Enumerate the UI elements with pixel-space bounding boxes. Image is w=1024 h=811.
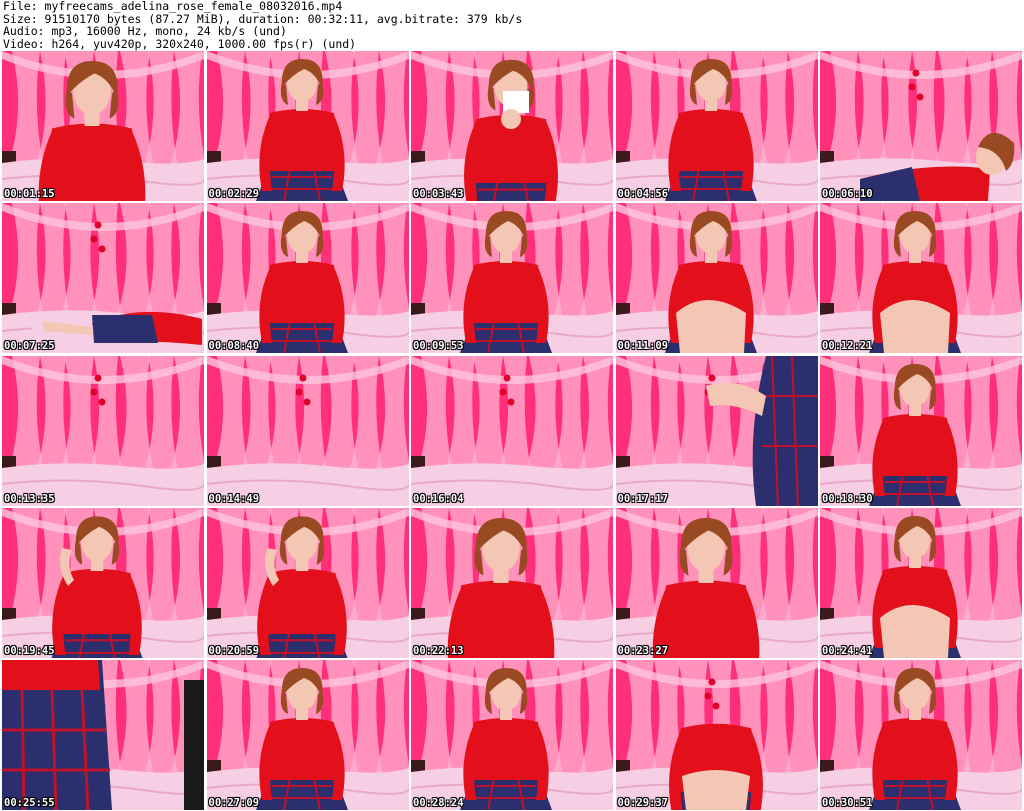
video-thumbnail: 00:17:17 [615, 355, 818, 506]
thumbnail-timestamp: 00:04:56 [617, 188, 669, 200]
thumbnail-frame-image [411, 355, 613, 506]
thumbnail-timestamp: 00:28:24 [413, 797, 464, 809]
thumbnail-timestamp: 00:30:51 [822, 797, 873, 809]
video-thumbnail: 00:30:51 [820, 660, 1022, 810]
thumbnail-frame-image [206, 355, 409, 506]
thumbnail-timestamp: 00:16:04 [413, 492, 464, 505]
thumbnail-frame-image [820, 203, 1022, 354]
video-thumbnail: 00:13:35 [2, 355, 204, 506]
thumbnail-timestamp: 00:18:30 [822, 492, 873, 505]
thumbnail-timestamp: 00:07:25 [4, 340, 55, 353]
video-thumbnail: 00:06:10 [820, 51, 1022, 201]
thumbnail-timestamp: 00:23:27 [617, 644, 669, 657]
video-thumbnail: 00:02:29 [206, 51, 409, 201]
thumbnail-timestamp: 00:02:29 [208, 188, 260, 200]
file-name-line: File: myfreecams_adelina_rose_female_080… [3, 0, 343, 13]
thumbnail-frame-image [411, 203, 613, 354]
thumbnail-timestamp: 00:24:41 [822, 644, 873, 657]
thumbnail-timestamp: 00:12:21 [822, 340, 873, 353]
video-thumbnail: 00:20:59 [206, 507, 409, 658]
video-thumbnail: 00:27:09 [206, 660, 409, 810]
thumbnail-frame-image [615, 51, 818, 201]
file-info-header: File: myfreecams_adelina_rose_female_080… [3, 0, 1021, 50]
thumbnail-frame-image [2, 660, 204, 810]
thumbnail-timestamp: 00:08:40 [208, 340, 260, 353]
video-info-line: Video: h264, yuv420p, 320x240, 1000.00 f… [3, 36, 357, 51]
thumbnail-timestamp: 00:09:53 [413, 340, 464, 353]
video-thumbnail: 00:25:55 [2, 660, 204, 810]
thumbnail-frame-image [2, 355, 204, 506]
thumbnail-frame-image [820, 660, 1022, 810]
video-thumbnail: 00:29:37 [615, 660, 818, 810]
thumbnail-frame-image [411, 660, 613, 810]
thumbnail-frame-image [411, 51, 613, 201]
video-thumbnail: 00:23:27 [615, 507, 818, 658]
thumbnail-frame-image [411, 507, 613, 658]
thumbnail-frame-image [206, 51, 409, 201]
thumbnail-timestamp: 00:22:13 [413, 644, 464, 657]
video-thumbnail: 00:19:45 [2, 507, 204, 658]
thumbnail-frame-image [820, 51, 1022, 201]
audio-info-line: Audio: mp3, 16000 Hz, mono, 24 kb/s (und… [3, 24, 287, 39]
thumbnail-frame-image [206, 203, 409, 354]
thumbnail-timestamp: 00:20:59 [208, 644, 260, 657]
thumbnail-timestamp: 00:27:09 [208, 797, 260, 809]
thumbnail-frame-image [2, 51, 204, 201]
thumbnail-frame-image [820, 507, 1022, 658]
video-thumbnail: 00:22:13 [411, 507, 613, 658]
thumbnail-frame-image [206, 660, 409, 810]
video-thumbnail: 00:03:43 [411, 51, 613, 201]
video-thumbnail: 00:12:21 [820, 203, 1022, 354]
thumbnail-frame-image [615, 507, 818, 658]
thumbnail-frame-image [615, 660, 818, 810]
video-thumbnail: 00:04:56 [615, 51, 818, 201]
video-thumbnail: 00:07:25 [2, 203, 204, 354]
video-thumbnail: 00:16:04 [411, 355, 613, 506]
thumbnail-timestamp: 00:03:43 [413, 188, 464, 200]
thumbnail-timestamp: 00:01:15 [4, 188, 55, 200]
thumbnail-frame-image [206, 507, 409, 658]
video-thumbnail: 00:09:53 [411, 203, 613, 354]
thumbnail-timestamp: 00:14:49 [208, 492, 260, 505]
video-thumbnail: 00:24:41 [820, 507, 1022, 658]
thumbnail-timestamp: 00:25:55 [4, 797, 55, 809]
thumbnail-timestamp: 00:19:45 [4, 644, 55, 657]
thumbnail-frame-image [615, 203, 818, 354]
thumbnail-frame-image [2, 507, 204, 658]
thumbnail-timestamp: 00:29:37 [617, 797, 669, 809]
thumbnail-frame-image [820, 355, 1022, 506]
video-thumbnail: 00:08:40 [206, 203, 409, 354]
video-thumbnail: 00:28:24 [411, 660, 613, 810]
thumbnail-grid: 00:01:15 00:02:29 00:03:43 00:04:56 00:06:10… [2, 51, 1022, 810]
video-thumbnail: 00:18:30 [820, 355, 1022, 506]
thumbnail-frame-image [2, 203, 204, 354]
video-thumbnail: 00:11:09 [615, 203, 818, 354]
thumbnail-timestamp: 00:11:09 [617, 340, 669, 353]
thumbnail-timestamp: 00:06:10 [822, 188, 873, 200]
thumbnail-timestamp: 00:17:17 [617, 492, 669, 505]
thumbnail-timestamp: 00:13:35 [4, 492, 55, 505]
video-thumbnail: 00:14:49 [206, 355, 409, 506]
video-thumbnail: 00:01:15 [2, 51, 204, 201]
thumbnail-frame-image [615, 355, 818, 506]
